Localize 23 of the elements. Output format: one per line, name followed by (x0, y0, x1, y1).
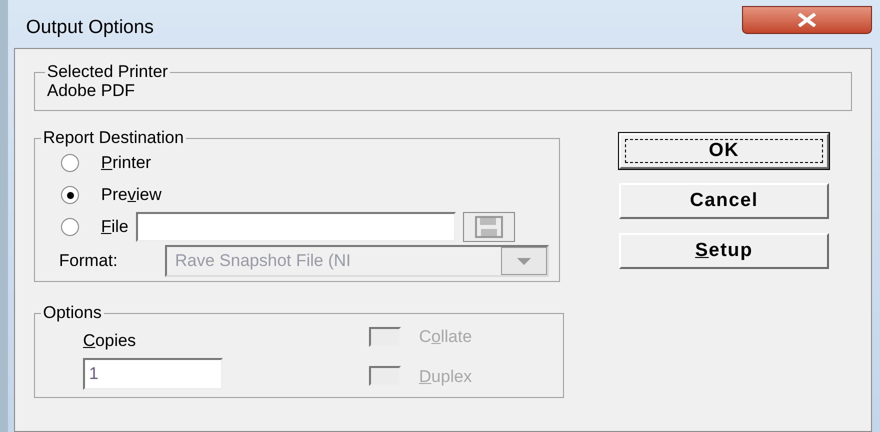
copies-field[interactable]: 1 (83, 358, 223, 390)
window-title: Output Options (26, 16, 154, 40)
dialog-button[interactable]: Setup (619, 233, 829, 269)
dialog-button[interactable]: Cancel (619, 183, 829, 219)
radio-label: Printer (101, 152, 152, 174)
file-path-field[interactable] (136, 212, 456, 242)
close-icon (796, 13, 818, 27)
group-label: Options (42, 304, 103, 322)
checkbox-label: Duplex (419, 366, 472, 388)
radio-button[interactable] (61, 218, 79, 236)
radio-label: Preview (101, 184, 162, 206)
group-label: Selected Printer (46, 63, 169, 81)
printer-name: Adobe PDF (46, 81, 136, 101)
close-button[interactable] (742, 6, 872, 34)
save-button[interactable] (463, 212, 516, 242)
copies-label: Copies (83, 330, 137, 352)
dialog-button[interactable]: OK (619, 133, 829, 169)
format-label: Format: (59, 250, 119, 272)
radio-button[interactable] (61, 154, 79, 172)
checkbox-label: Collate (419, 326, 472, 348)
radio-button[interactable] (61, 186, 79, 204)
group-label: Report Destination (42, 129, 185, 147)
radio-label: File (101, 216, 128, 238)
